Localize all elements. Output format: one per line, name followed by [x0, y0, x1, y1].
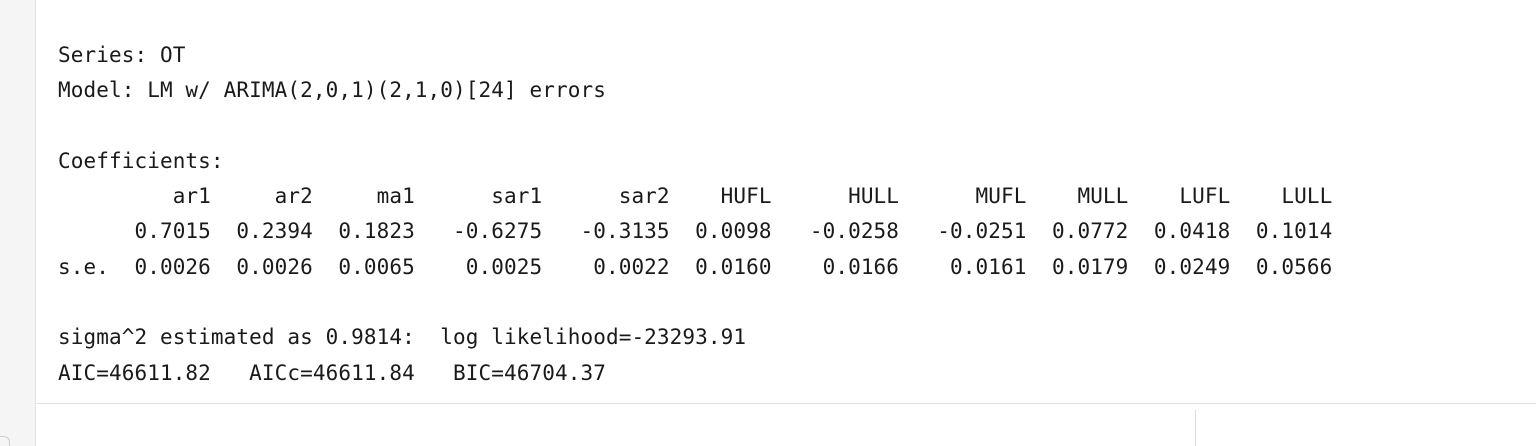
bottom-panel-area: [37, 405, 1536, 446]
information-criteria-line: AIC=46611.82 AICc=46611.84 BIC=46704.37: [58, 360, 606, 385]
bottom-panel-divider: [1195, 410, 1196, 446]
left-gutter: [0, 0, 36, 446]
console-output-panel: Series: OT Model: LM w/ ARIMA(2,0,1)(2,1,…: [37, 0, 1536, 404]
coefficients-heading: Coefficients:: [58, 148, 224, 173]
sigma-likelihood-line: sigma^2 estimated as 0.9814: log likelih…: [58, 325, 747, 350]
gutter-corner-mark: [0, 436, 10, 446]
coefficients-header-row: ar1 ar2 ma1 sar1 sar2 HUFL HULL MUFL MUL…: [58, 184, 1333, 209]
coefficients-se-row: s.e. 0.0026 0.0026 0.0065 0.0025 0.0022 …: [58, 254, 1333, 279]
model-summary-output: Series: OT Model: LM w/ ARIMA(2,0,1)(2,1,…: [58, 0, 1332, 391]
series-line: Series: OT: [58, 43, 186, 67]
coefficients-estimate-row: 0.7015 0.2394 0.1823 -0.6275 -0.3135 0.0…: [58, 219, 1333, 244]
model-line: Model: LM w/ ARIMA(2,0,1)(2,1,0)[24] err…: [58, 78, 606, 103]
